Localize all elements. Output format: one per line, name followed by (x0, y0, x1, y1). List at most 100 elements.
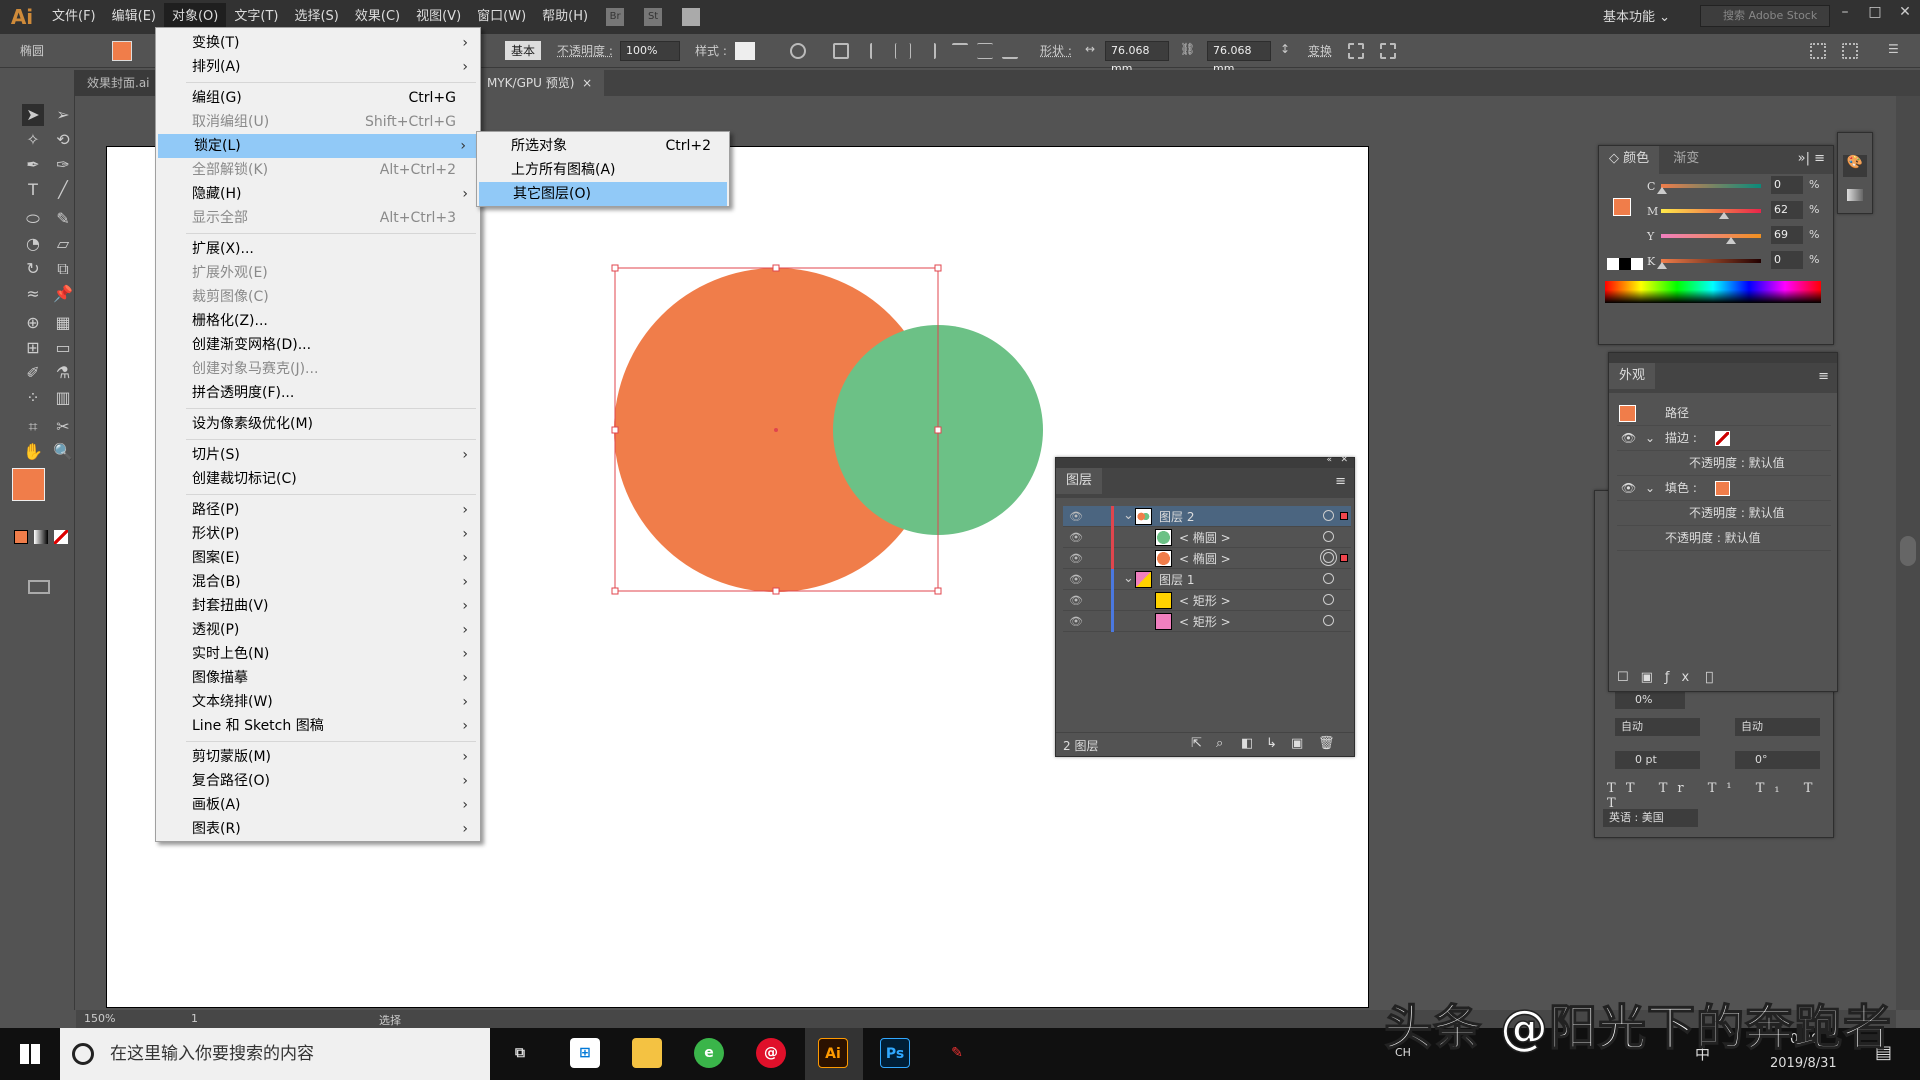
channel-value[interactable]: 0 (1771, 251, 1803, 269)
slider-thumb[interactable] (1657, 182, 1667, 194)
menu-item[interactable]: 路径(P) › (156, 498, 480, 522)
expand-icon[interactable]: ⌄ (1645, 476, 1655, 501)
kerning-select[interactable]: 自动 (1735, 718, 1820, 736)
collapse-icon[interactable]: « (1326, 455, 1332, 465)
menu-item[interactable]: 扩展外观(E) (156, 261, 480, 285)
appearance-footer-buttons[interactable]: ☐▣ƒx ⃠ (1617, 670, 1725, 685)
menu-item[interactable]: 创建裁切标记(C) (156, 467, 480, 491)
menu-item[interactable]: 设为像素级优化(M) (156, 412, 480, 436)
tab-color[interactable]: ◇ 颜色 (1599, 146, 1660, 174)
menu-item[interactable]: Line 和 Sketch 图稿 › (156, 714, 480, 738)
fill-swatch[interactable] (1715, 481, 1730, 496)
vertical-scrollbar[interactable] (1896, 96, 1920, 1010)
baseline-shift-input[interactable]: 0 pt (1615, 751, 1700, 769)
menu-item[interactable]: 封套扭曲(V) › (156, 594, 480, 618)
color-guide-icon[interactable]: 🎨 (1843, 155, 1867, 177)
char-rotation-input[interactable]: 0° (1735, 751, 1820, 769)
current-tool-status[interactable]: 选择 (379, 1012, 401, 1028)
expand-chevron-icon[interactable]: ⌄ (1123, 571, 1134, 586)
clock-date[interactable]: 2019/8/31 (1770, 1056, 1837, 1071)
app-icon[interactable]: ✎ (942, 1038, 972, 1068)
tab-appearance[interactable]: 外观 (1609, 363, 1656, 389)
target-circle-icon[interactable] (1323, 552, 1334, 563)
export-icon[interactable]: ⇱ (1191, 736, 1202, 751)
selection-indicator[interactable] (1340, 554, 1348, 562)
channel-K-slider[interactable] (1657, 259, 1761, 269)
channel-value[interactable]: 0 (1771, 176, 1803, 194)
gradient-panel-icon[interactable] (1847, 189, 1863, 201)
visibility-eye-icon[interactable]: 👁 (1069, 510, 1083, 523)
resize-handle[interactable] (611, 587, 619, 595)
new-layer-icon[interactable]: ▣ (1291, 736, 1303, 751)
target-circle-icon[interactable] (1323, 510, 1334, 521)
menu-item[interactable]: 实时上色(N) › (156, 642, 480, 666)
menu-item[interactable]: 拼合透明度(F)... (156, 381, 480, 405)
submenu-item[interactable]: 所选对象 Ctrl+2 (477, 134, 729, 158)
color-fill-swatch[interactable] (1613, 198, 1631, 216)
stroke-opacity-row[interactable]: 不透明度 : 默认值 (1617, 451, 1831, 476)
visibility-eye-icon[interactable]: 👁 (1069, 552, 1083, 565)
channel-value[interactable]: 62 (1771, 201, 1803, 219)
menu-item[interactable]: 栅格化(Z)... (156, 309, 480, 333)
menu-item[interactable]: 透视(P) › (156, 618, 480, 642)
none-black-white-swatches[interactable] (1607, 258, 1643, 270)
language-select[interactable]: 英语 : 美国 (1603, 809, 1698, 827)
target-circle-icon[interactable] (1323, 531, 1334, 542)
menu-item[interactable]: 隐藏(H) › (156, 182, 480, 206)
menu-item[interactable]: 编组(G) Ctrl+G (156, 86, 480, 110)
resize-handle[interactable] (934, 264, 942, 272)
channel-value[interactable]: 69 (1771, 226, 1803, 244)
resize-handle[interactable] (611, 426, 619, 434)
layer-row[interactable]: 👁 < 矩形 > (1063, 590, 1351, 611)
visibility-eye-icon[interactable]: 👁 (1069, 594, 1083, 607)
target-circle-icon[interactable] (1323, 615, 1334, 626)
channel-C-slider[interactable] (1657, 184, 1761, 194)
visibility-eye-icon[interactable]: 👁 (1621, 426, 1636, 451)
panel-menu-icon[interactable]: »| ≡ (1798, 151, 1825, 166)
delete-icon[interactable]: 🗑 (1318, 736, 1335, 751)
taskbar-search[interactable]: 在这里输入你要搜索的内容 (60, 1028, 490, 1080)
channel-M-slider[interactable] (1661, 209, 1761, 219)
panel-menu-icon[interactable]: ≡ (1335, 474, 1346, 489)
menu-item[interactable]: 排列(A) › (156, 55, 480, 79)
menu-item[interactable]: 混合(B) › (156, 570, 480, 594)
resize-handle[interactable] (772, 587, 780, 595)
visibility-eye-icon[interactable]: 👁 (1069, 615, 1083, 628)
resize-handle[interactable] (934, 426, 942, 434)
browser-icon[interactable]: e (694, 1038, 724, 1068)
menu-item[interactable]: 扩展(X)... (156, 237, 480, 261)
resize-handle[interactable] (934, 587, 942, 595)
menu-item[interactable]: 复合路径(O) › (156, 769, 480, 793)
appearance-path-row[interactable]: 路径 (1617, 401, 1831, 426)
visibility-eye-icon[interactable]: 👁 (1069, 573, 1083, 586)
clipping-mask-icon[interactable]: ◧ (1241, 736, 1253, 751)
new-sublayer-icon[interactable]: ↳ (1266, 736, 1277, 751)
tab-gradient[interactable]: 渐变 (1663, 146, 1710, 172)
zoom-select[interactable]: 150% (84, 1012, 115, 1025)
tracking-input[interactable]: 0% (1615, 691, 1685, 709)
panel-close-icon[interactable]: ✕ (1340, 455, 1348, 465)
illustrator-taskbar-icon[interactable]: Ai (818, 1038, 848, 1068)
artboard-navigator[interactable]: 1 (191, 1012, 198, 1025)
menu-item[interactable]: 锁定(L) › (158, 134, 478, 158)
netease-music-icon[interactable]: @ (756, 1038, 786, 1068)
menu-item[interactable]: 显示全部 Alt+Ctrl+3 (156, 206, 480, 230)
stroke-row[interactable]: 👁 ⌄ 描边 : (1617, 426, 1831, 451)
fill-row[interactable]: 👁 ⌄ 填色 : (1617, 476, 1831, 501)
fill-opacity-row[interactable]: 不透明度 : 默认值 (1617, 501, 1831, 526)
tab-layers[interactable]: 图层 (1056, 468, 1103, 494)
menu-item[interactable]: 形状(P) › (156, 522, 480, 546)
start-button[interactable] (20, 1044, 40, 1064)
target-circle-icon[interactable] (1323, 573, 1334, 584)
leading-select[interactable]: 自动 (1615, 718, 1700, 736)
menu-item[interactable]: 创建渐变网格(D)... (156, 333, 480, 357)
layer-row[interactable]: 👁 ⌄ 图层 2 (1063, 506, 1351, 527)
color-spectrum[interactable] (1605, 281, 1821, 303)
menu-item[interactable]: 全部解锁(K) Alt+Ctrl+2 (156, 158, 480, 182)
menu-item[interactable]: 图案(E) › (156, 546, 480, 570)
menu-item[interactable]: 切片(S) › (156, 443, 480, 467)
submenu-item[interactable]: 其它图层(O) (479, 182, 727, 206)
text-style-buttons[interactable]: TT Tr T¹ T₁ T T (1607, 781, 1833, 811)
menu-item[interactable]: 图像描摹 › (156, 666, 480, 690)
layer-row[interactable]: 👁 < 矩形 > (1063, 611, 1351, 632)
